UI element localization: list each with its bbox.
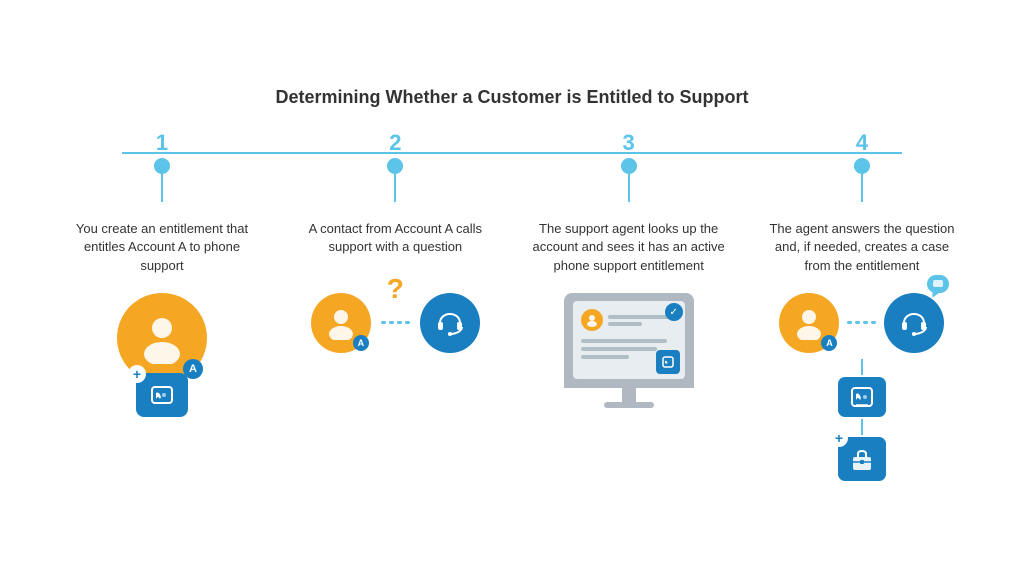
monitor-base bbox=[604, 402, 654, 408]
phone-box-step1: + bbox=[136, 373, 188, 417]
a-badge-step4: A bbox=[821, 335, 837, 351]
monitor-container: ✓ bbox=[564, 293, 694, 408]
screen-line-5 bbox=[581, 355, 629, 359]
speech-bubble-icon bbox=[927, 275, 949, 293]
step-1-dot bbox=[154, 158, 170, 174]
step-1-phone-wrap: + bbox=[136, 383, 188, 417]
main-container: Determining Whether a Customer is Entitl… bbox=[32, 67, 992, 501]
a-badge-step2: A bbox=[353, 335, 369, 351]
headset-svg-step2 bbox=[433, 306, 467, 340]
headset-svg-step4 bbox=[897, 306, 931, 340]
phone-icon-step4 bbox=[849, 384, 875, 410]
step-4-person-icon: A bbox=[779, 293, 839, 353]
step-3-dot bbox=[621, 158, 637, 174]
step-2-number: 2 bbox=[389, 132, 401, 154]
step-1-header: 1 bbox=[62, 132, 262, 202]
step-4-icon-area: A bbox=[762, 293, 962, 481]
step-4-connector bbox=[861, 174, 863, 202]
phone-box-step4 bbox=[838, 377, 886, 417]
dotted-line-step4 bbox=[847, 321, 876, 324]
step-4-layout: A bbox=[779, 293, 944, 481]
timeline-row: 1 2 3 4 bbox=[62, 132, 962, 202]
question-mark-icon: ? bbox=[387, 273, 404, 305]
step-2-icon-area: ? A bbox=[295, 293, 495, 353]
screen-phone-svg bbox=[661, 355, 675, 369]
screen-line-4 bbox=[581, 347, 658, 351]
phone-icon-step1 bbox=[148, 381, 176, 409]
page-title: Determining Whether a Customer is Entitl… bbox=[62, 87, 962, 108]
screen-phone-icon bbox=[656, 350, 680, 374]
step-4-bottom-row: + bbox=[838, 359, 886, 481]
monitor-stand bbox=[622, 388, 636, 402]
step-4-text: The agent answers the question and, if n… bbox=[762, 220, 962, 275]
step-2-icon-row: ? A bbox=[311, 293, 480, 353]
step-2-text: A contact from Account A calls support w… bbox=[295, 220, 495, 275]
step-3-connector bbox=[628, 174, 630, 202]
step-4-header: 4 bbox=[762, 132, 962, 202]
person-svg-step2 bbox=[324, 306, 358, 340]
steps-text-row: You create an entitlement that entitles … bbox=[62, 220, 962, 275]
screen-person-icon bbox=[585, 313, 599, 327]
person-svg bbox=[136, 312, 188, 364]
step-3-icon-area: ✓ bbox=[529, 293, 729, 408]
step-1-text: You create an entitlement that entitles … bbox=[62, 220, 262, 275]
step-4-top-row: A bbox=[779, 293, 944, 353]
step-1-icon-area: A + bbox=[62, 293, 262, 417]
step-4-connector-vert-1 bbox=[861, 359, 863, 375]
monitor-screen: ✓ bbox=[573, 301, 685, 379]
step-1-connector bbox=[161, 174, 163, 202]
step-4-connector-vert-2 bbox=[861, 419, 863, 435]
step-2-dot bbox=[387, 158, 403, 174]
screen-line-2 bbox=[608, 322, 643, 326]
bag-icon-step4 bbox=[848, 445, 876, 473]
person-svg-step4 bbox=[792, 306, 826, 340]
step-4-headset-wrap bbox=[884, 293, 944, 353]
step-4-dot bbox=[854, 158, 870, 174]
headset-icon-step4 bbox=[884, 293, 944, 353]
bag-box-step4: + bbox=[838, 437, 886, 481]
step-2-header: 2 bbox=[295, 132, 495, 202]
step-2-person-icon: A bbox=[311, 293, 371, 353]
step-4-number: 4 bbox=[856, 132, 868, 154]
dotted-line-step2 bbox=[381, 321, 410, 324]
monitor-body: ✓ bbox=[564, 293, 694, 388]
step-3-text: The support agent looks up the account a… bbox=[529, 220, 729, 275]
steps-icon-row: A + bbox=[62, 293, 962, 481]
step-3-header: 3 bbox=[529, 132, 729, 202]
step-3-number: 3 bbox=[623, 132, 635, 154]
step-1-number: 1 bbox=[156, 132, 168, 154]
plus-badge-step4: + bbox=[830, 429, 848, 447]
screen-line-3 bbox=[581, 339, 667, 343]
speech-svg bbox=[932, 279, 944, 289]
step-1-stack: A + bbox=[117, 293, 207, 417]
plus-badge-step1: + bbox=[128, 365, 146, 383]
screen-top-row: ✓ bbox=[581, 309, 677, 331]
checkmark-badge: ✓ bbox=[665, 303, 683, 321]
screen-avatar bbox=[581, 309, 603, 331]
headset-icon-step2 bbox=[420, 293, 480, 353]
step-2-connector bbox=[394, 174, 396, 202]
